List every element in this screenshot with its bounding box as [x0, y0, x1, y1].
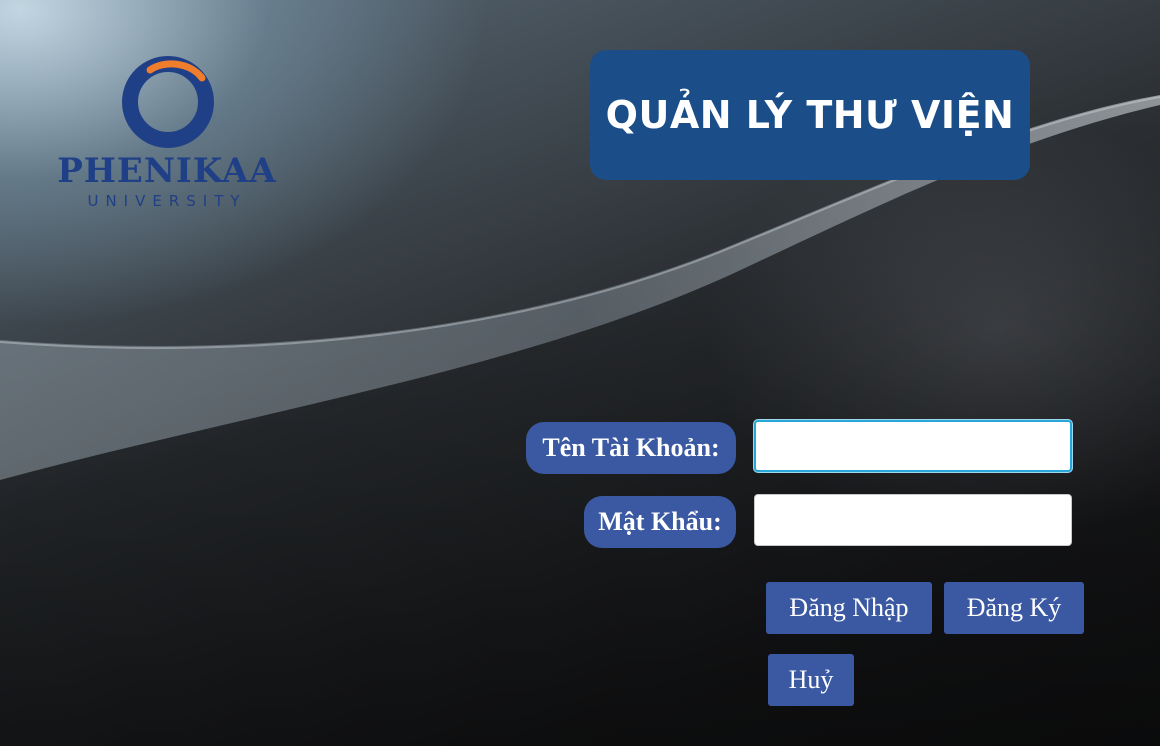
password-label: Mật Khẩu:: [584, 496, 736, 548]
page-title: QUẢN LÝ THƯ VIỆN: [605, 93, 1015, 137]
logo-ring-icon: [122, 56, 214, 148]
login-button[interactable]: Đăng Nhập: [766, 582, 932, 634]
username-label: Tên Tài Khoản:: [526, 422, 736, 474]
username-input[interactable]: [754, 420, 1072, 472]
cancel-button[interactable]: Huỷ: [768, 654, 854, 706]
register-button[interactable]: Đăng Ký: [944, 582, 1084, 634]
login-window: PHENIKAA UNIVERSITY QUẢN LÝ THƯ VIỆN Tên…: [0, 0, 1160, 746]
logo-brand-subtitle: UNIVERSITY: [87, 192, 247, 210]
password-input[interactable]: [754, 494, 1072, 546]
phenikaa-logo: PHENIKAA UNIVERSITY: [48, 52, 288, 212]
logo-brand-name: PHENIKAA: [57, 151, 277, 191]
page-title-banner: QUẢN LÝ THƯ VIỆN: [590, 50, 1030, 180]
